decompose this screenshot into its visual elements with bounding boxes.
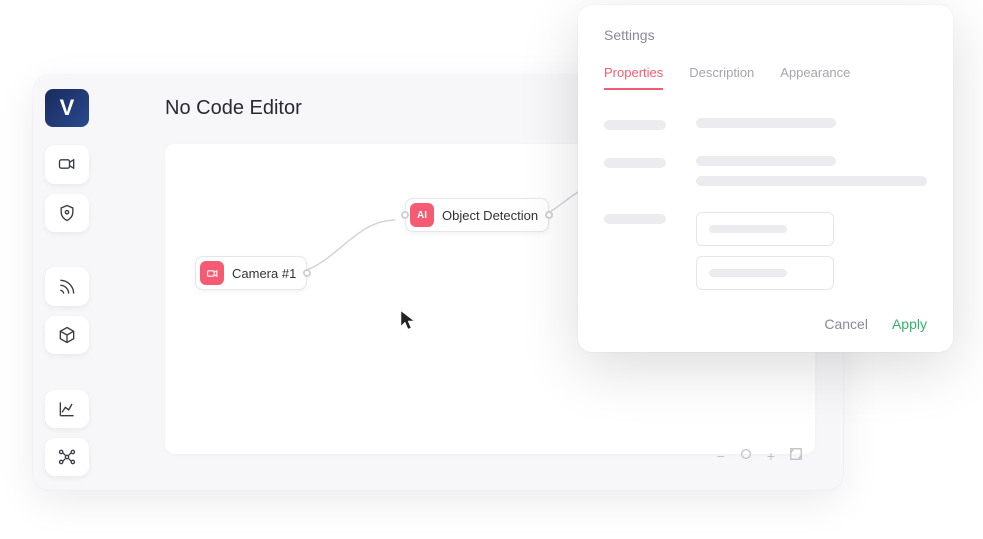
settings-title: Settings: [604, 27, 927, 43]
field-label-placeholder: [604, 158, 666, 168]
shield-tool-button[interactable]: [45, 194, 89, 232]
input-placeholder[interactable]: [696, 256, 834, 290]
broadcast-tool-button[interactable]: [45, 267, 89, 305]
sidebar: V: [33, 75, 101, 490]
cursor-icon: [400, 310, 416, 335]
tab-appearance[interactable]: Appearance: [780, 65, 850, 90]
cube-icon: [57, 325, 77, 345]
zoom-reset-button[interactable]: [739, 447, 753, 464]
field-label-placeholder: [604, 120, 666, 130]
camera-tool-button[interactable]: [45, 145, 89, 183]
settings-panel: Settings Properties Description Appearan…: [578, 5, 953, 352]
tab-description[interactable]: Description: [689, 65, 754, 90]
broadcast-icon: [57, 277, 77, 297]
field-label-placeholder: [604, 214, 666, 224]
node-camera[interactable]: Camera #1: [195, 256, 307, 290]
zoom-out-button[interactable]: −: [717, 448, 725, 464]
apply-button[interactable]: Apply: [892, 316, 927, 332]
zoom-in-button[interactable]: +: [767, 448, 775, 464]
camera-icon: [57, 154, 77, 174]
app-logo: V: [45, 89, 89, 127]
tab-properties[interactable]: Properties: [604, 65, 663, 90]
zoom-controls: − +: [717, 447, 803, 464]
node-ai[interactable]: AI Object Detection: [405, 198, 549, 232]
graph-icon: [57, 447, 77, 467]
settings-tabs: Properties Description Appearance: [604, 65, 927, 90]
panel-actions: Cancel Apply: [604, 316, 927, 332]
chart-tool-button[interactable]: [45, 390, 89, 428]
field-value-placeholder: [696, 176, 927, 186]
camera-icon: [200, 261, 224, 285]
field-value-placeholder: [696, 156, 836, 166]
field-value-placeholder: [696, 118, 836, 128]
chart-icon: [57, 399, 77, 419]
fit-button[interactable]: [789, 447, 803, 464]
input-placeholder[interactable]: [696, 212, 834, 246]
cube-tool-button[interactable]: [45, 316, 89, 354]
node-port-out[interactable]: [303, 269, 311, 277]
node-label: Object Detection: [442, 208, 538, 223]
graph-tool-button[interactable]: [45, 438, 89, 476]
node-port-in[interactable]: [401, 211, 409, 219]
form-row: [604, 212, 927, 290]
form-row: [604, 156, 927, 186]
form-row: [604, 118, 927, 130]
cancel-button[interactable]: Cancel: [824, 316, 868, 332]
ai-icon: AI: [410, 203, 434, 227]
node-port-out[interactable]: [545, 211, 553, 219]
shield-icon: [57, 203, 77, 223]
node-label: Camera #1: [232, 266, 296, 281]
